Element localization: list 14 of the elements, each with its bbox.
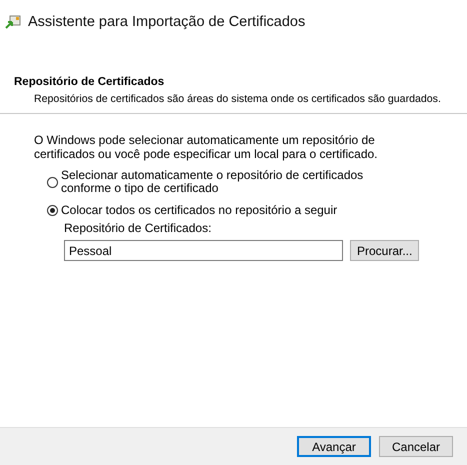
option-label[interactable]: Colocar todos os certificados no repositório a seguir [61,204,401,217]
window-title: Assistente para Importação de Certificados [28,14,306,30]
store-label: Repositório de Certificados: [64,221,212,235]
browse-button[interactable]: Procurar... [350,240,420,261]
intro-text: O Windows pode selecionar automaticamente um repositório de certificados ou você pode especificar um local para o certificado. [34,133,379,161]
option-label[interactable]: Selecionar automaticamente o repositório de certificados conforme o tipo de certificado [61,169,401,195]
cancel-button[interactable]: Cancelar [379,436,453,457]
section-description: Repositórios de certificados são áreas do sistema onde os certificados são guardados. [34,93,442,105]
next-button[interactable]: Avançar [297,436,371,457]
store-field[interactable]: Pessoal [64,240,343,261]
section-title: Repositório de Certificados [14,76,166,88]
radio-button[interactable] [47,176,58,188]
radio-button[interactable] [47,205,58,216]
certificate-import-icon [5,14,21,30]
